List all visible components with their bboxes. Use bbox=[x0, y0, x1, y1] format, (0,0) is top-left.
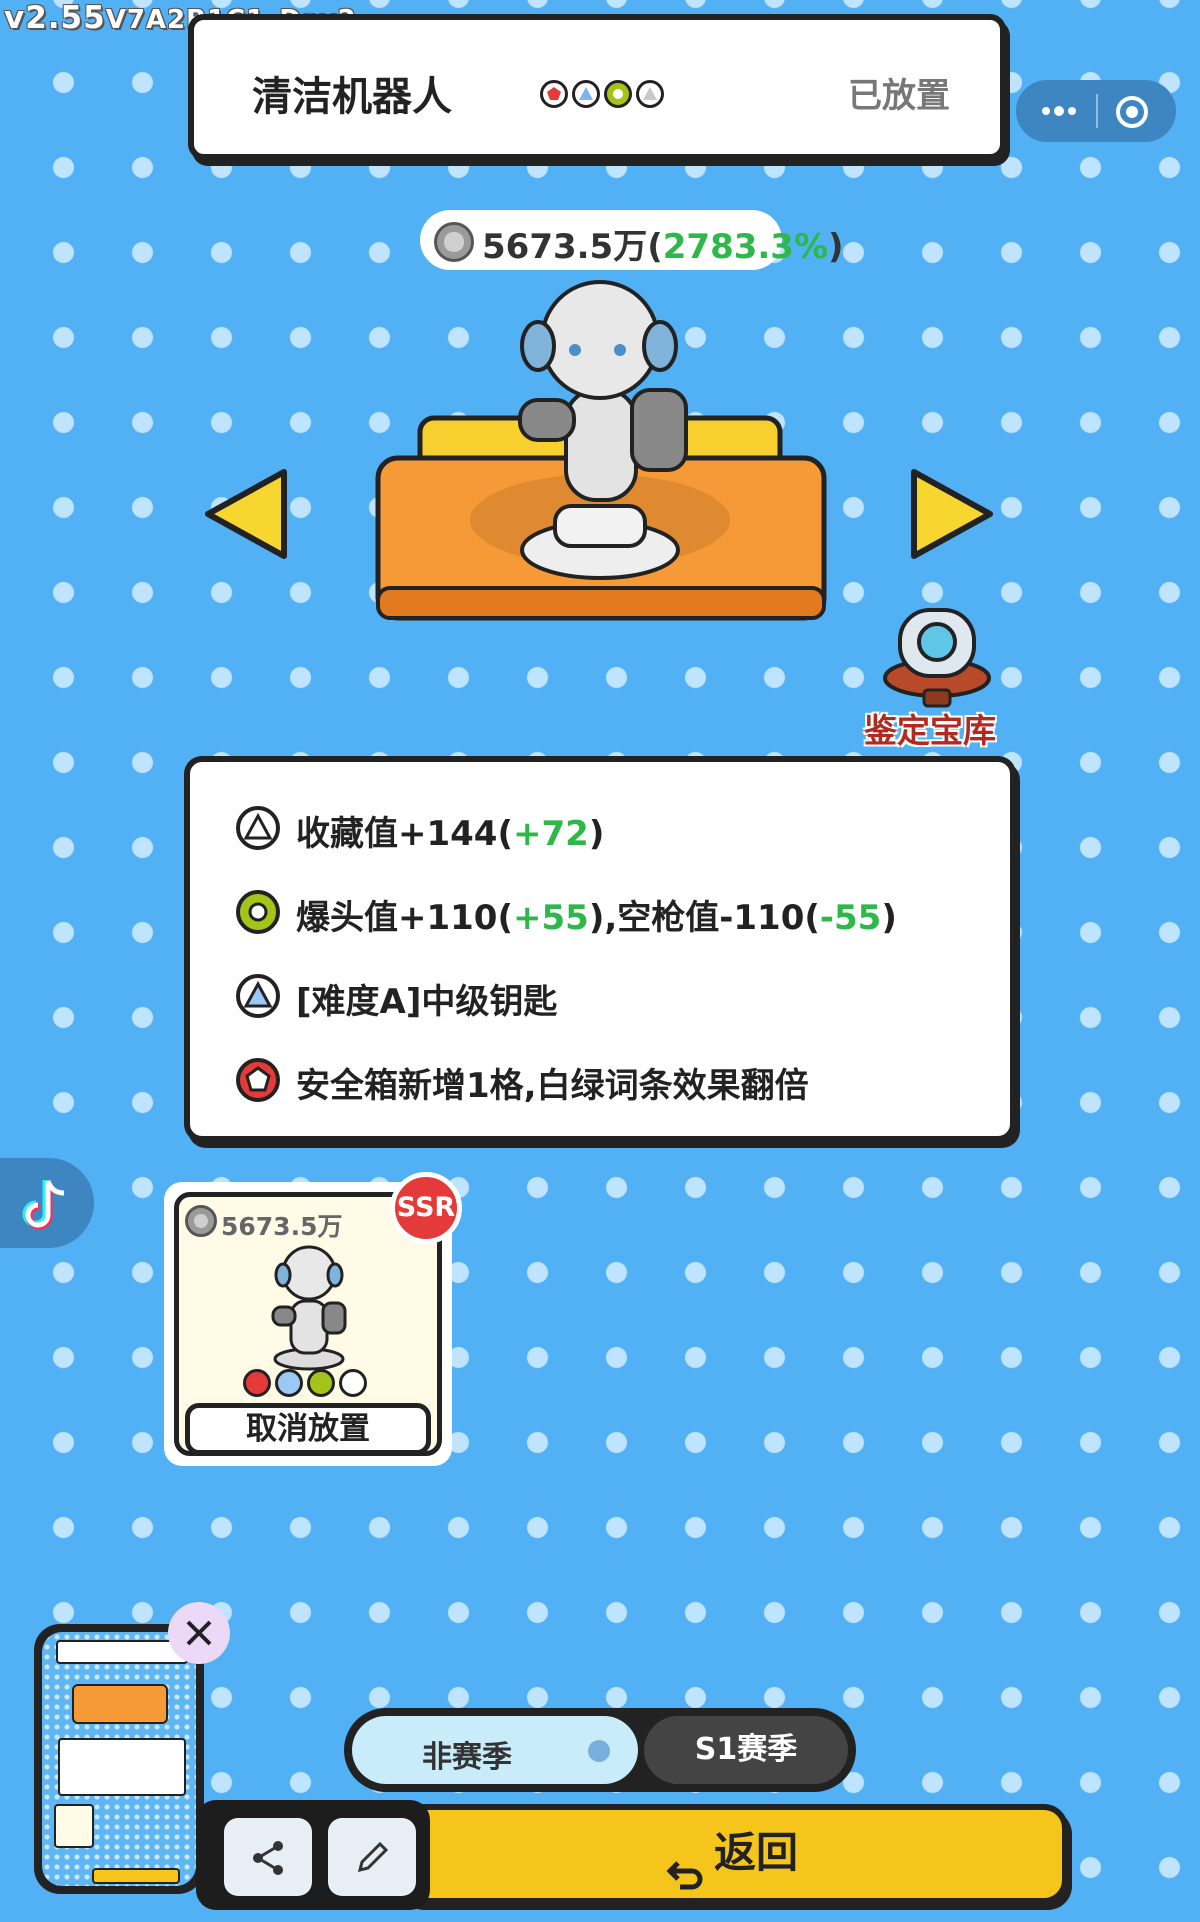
triangle-blue-icon bbox=[572, 80, 600, 108]
rarity-badge: SSR bbox=[390, 1172, 462, 1244]
close-miniprogram-icon[interactable] bbox=[1114, 94, 1150, 130]
vault-icon bbox=[883, 608, 991, 708]
selected-dot-icon bbox=[588, 1740, 610, 1762]
placed-status: 已放置 bbox=[848, 76, 950, 116]
miniprogram-capsule bbox=[1016, 80, 1176, 142]
card-affix-icons bbox=[243, 1369, 373, 1399]
back-button[interactable]: 返回 bbox=[396, 1804, 1068, 1904]
share-button[interactable] bbox=[224, 1818, 312, 1896]
triangle-gray-icon bbox=[636, 80, 664, 108]
share-icon bbox=[253, 1841, 283, 1875]
tab-non-season[interactable]: 非赛季 bbox=[352, 1716, 638, 1784]
robot-display bbox=[370, 270, 840, 630]
pentagon-red-icon bbox=[236, 1058, 280, 1102]
next-arrow-icon[interactable] bbox=[908, 466, 998, 562]
undo-arrow-icon bbox=[666, 1836, 706, 1889]
tab-s1-season[interactable]: S1赛季 bbox=[644, 1716, 848, 1784]
value-text: 5673.5万(2783.3%) bbox=[482, 227, 844, 267]
coin-icon bbox=[185, 1205, 217, 1237]
item-title-bar: 清洁机器人 已放置 bbox=[188, 14, 1006, 160]
close-preview-button[interactable] bbox=[168, 1602, 230, 1664]
value-pill: 5673.5万(2783.3%) bbox=[420, 210, 844, 270]
circle-green-icon bbox=[604, 80, 632, 108]
pentagon-red-icon bbox=[540, 80, 568, 108]
item-name: 清洁机器人 bbox=[252, 74, 452, 120]
season-toggle: 非赛季 S1赛季 bbox=[344, 1708, 856, 1792]
effects-panel: 收藏值+144(+72) 爆头值+110(+55),空枪值-110(-55) [… bbox=[184, 756, 1016, 1142]
triangle-blue-icon bbox=[236, 974, 280, 1018]
prev-arrow-icon[interactable] bbox=[200, 466, 290, 562]
card-value: 5673.5万 bbox=[221, 1212, 343, 1241]
screenshot-preview[interactable] bbox=[34, 1624, 204, 1894]
tiktok-button[interactable] bbox=[0, 1158, 94, 1248]
triangle-gray-icon bbox=[236, 806, 280, 850]
triangle-blue-icon bbox=[275, 1369, 303, 1397]
pentagon-red-icon bbox=[243, 1369, 271, 1397]
robot-thumbnail bbox=[271, 1245, 347, 1371]
pencil-icon bbox=[357, 1841, 389, 1873]
edit-button[interactable] bbox=[328, 1818, 416, 1896]
affix-icons bbox=[540, 80, 670, 114]
more-icon[interactable] bbox=[1036, 98, 1082, 124]
circle-green-icon bbox=[236, 890, 280, 934]
close-icon bbox=[186, 1620, 212, 1646]
vault-label: 鉴定宝库 bbox=[864, 711, 996, 750]
tiktok-icon bbox=[22, 1180, 65, 1230]
cancel-placement-button[interactable]: 取消放置 bbox=[185, 1403, 431, 1455]
coin-icon bbox=[434, 222, 474, 262]
triangle-gray-icon bbox=[339, 1369, 367, 1397]
appraisal-vault-button[interactable]: 鉴定宝库 bbox=[862, 600, 1012, 750]
circle-green-icon bbox=[307, 1369, 335, 1397]
